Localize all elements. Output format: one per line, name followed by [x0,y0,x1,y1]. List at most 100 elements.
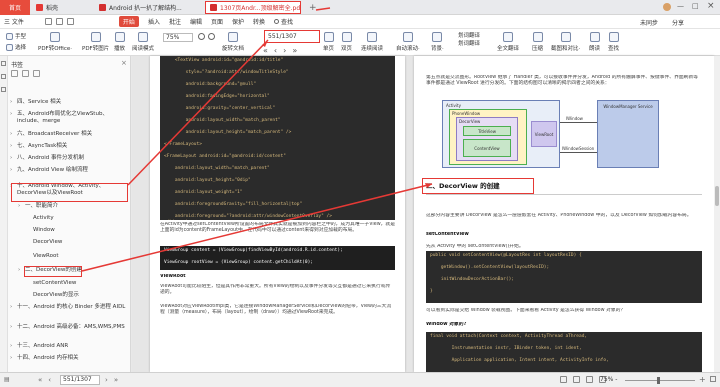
single-page-button[interactable]: 单页 [323,32,334,52]
bookmark-item[interactable]: › 九、Android View 绘制流程 [10,167,126,174]
chevron-right-icon[interactable]: › [10,167,15,174]
bookmark-icon[interactable] [1,61,6,66]
new-tab-button[interactable]: + [305,1,317,14]
sidebar-toggle-icon[interactable]: ▤ [4,376,10,383]
chevron-right-icon[interactable] [26,280,31,287]
vertical-scrollbar[interactable] [714,56,720,372]
prev-page-icon[interactable]: ‹ [274,46,277,55]
chevron-right-icon[interactable]: › [10,155,15,162]
double-page-button[interactable]: 双页 [341,32,352,52]
tab-home[interactable]: 首页 [0,0,30,15]
bookmark-item[interactable]: Activity [26,215,126,222]
bookmark-item[interactable]: Window [26,227,126,234]
save-icon[interactable] [45,18,52,25]
bookmark-item[interactable]: DecorView [26,239,126,246]
chevron-right-icon[interactable]: › [18,203,23,210]
pdf-to-office-button[interactable]: PDF转Office· [38,32,72,52]
pdf-to-image-button[interactable]: PDF转图片 [82,32,109,52]
minimize-button[interactable]: — [677,2,684,10]
last-page-icon[interactable]: » [114,376,118,384]
auto-scroll-button[interactable]: 自动滚动· [396,32,420,52]
zoom-in-button[interactable]: + [699,375,706,384]
menu-start[interactable]: 开始 [118,16,139,27]
bookmark-item[interactable]: › 八、Android 事件分发机制 [10,155,126,162]
zoom-in-icon[interactable] [208,33,215,40]
zoom-out-icon[interactable] [198,33,205,40]
menu-protect[interactable]: 保护 [232,17,244,26]
menu-file[interactable]: 三 文件 [4,17,24,26]
menu-page[interactable]: 页面 [211,17,223,26]
bookmark-item[interactable]: › 一、职能简介 [18,203,126,210]
share-button[interactable]: 分享 [672,18,684,27]
prev-page-icon[interactable]: ‹ [48,376,51,384]
bookmark-item[interactable]: › 十一、Android 的核心 Binder 多进程 AIDL [10,304,126,311]
chevron-right-icon[interactable]: › [10,143,15,150]
hand-tool[interactable]: 手型 [6,32,26,40]
next-page-icon[interactable]: › [283,46,286,55]
first-page-icon[interactable]: « [38,376,42,384]
status-zoom[interactable]: 75% - [600,376,617,383]
scrollbar-thumb[interactable] [715,186,719,206]
fit-icon[interactable] [710,376,716,382]
chevron-right-icon[interactable]: › [10,131,15,138]
comment-icon[interactable] [1,87,6,92]
first-page-icon[interactable]: « [263,46,268,55]
next-page-icon[interactable]: › [105,376,108,384]
continuous-button[interactable]: 连续阅读 [361,32,383,52]
chevron-right-icon[interactable]: › [10,99,15,106]
bookmark-item[interactable]: DecorView的显示 [26,292,126,299]
bookmark-item[interactable]: setContentView [26,280,126,287]
chevron-right-icon[interactable] [26,227,31,234]
chevron-right-icon[interactable] [26,215,31,222]
bookmark-item[interactable]: › 六、BroadcastReceiver 相关 [10,131,126,138]
bookmark-add-icon[interactable] [22,70,29,77]
tab-document-1[interactable]: Android 扒一扒了解结构... [95,1,203,14]
menu-convert[interactable]: 转换 [253,17,265,26]
menu-insert[interactable]: 插入 [148,17,160,26]
avatar[interactable] [663,3,671,11]
zoom-slider-thumb[interactable] [657,377,660,384]
chevron-right-icon[interactable]: › [18,267,23,274]
word-translate[interactable]: 划词翻译 划词翻译 [458,32,480,48]
bookmark-item[interactable]: › 五、Android布局优化之ViewStub、include、merge [10,111,126,125]
double-view-icon[interactable] [586,376,593,383]
tab-document-2[interactable]: 1307页Andr...顶级解密全.pdf [205,1,301,14]
find-button[interactable]: 查找 [608,32,619,52]
thumbnail-icon[interactable] [1,74,6,79]
screenshot-compare-button[interactable]: 截图和对比· [551,32,580,52]
last-page-icon[interactable]: » [292,46,297,55]
chevron-right-icon[interactable] [26,239,31,246]
full-translate-button[interactable]: 全文翻译 [497,32,519,52]
expand-all-icon[interactable] [11,70,18,77]
chevron-right-icon[interactable] [26,253,31,260]
single-view-icon[interactable] [573,376,580,383]
compress-button[interactable]: 压缩 [532,32,543,52]
chevron-right-icon[interactable]: › [10,343,15,350]
menu-search[interactable]: 查找 [274,17,293,26]
zoom-slider[interactable] [625,377,695,384]
bookmark-item[interactable]: › 四、Service 相关 [10,99,126,106]
print-icon[interactable] [56,18,63,25]
zoom-select[interactable]: 75% [163,33,193,42]
undo-icon[interactable] [67,18,74,25]
tab-docer[interactable]: 稻壳 [32,1,92,14]
chevron-right-icon[interactable]: › [10,304,15,311]
bookmark-item[interactable]: ViewRoot [26,253,126,260]
menu-edit[interactable]: 编辑 [190,17,202,26]
chevron-right-icon[interactable]: › [10,111,15,125]
close-button[interactable]: × [707,1,715,11]
select-tool[interactable]: 选择 [6,43,26,51]
bookmark-item[interactable]: › 七、AsyncTask相关 [10,143,126,150]
bookmark-item[interactable]: › 十三、Android ANR [10,343,126,350]
menu-annotate[interactable]: 批注 [169,17,181,26]
maximize-button[interactable]: □ [692,2,699,10]
background-button[interactable]: 背景· [431,32,444,52]
read-aloud-button[interactable]: 朗读 [589,32,600,52]
chevron-right-icon[interactable]: › [10,355,15,362]
sync-status[interactable]: 未同步 [640,18,658,27]
bookmark-item[interactable]: › 十四、Android 内存相关 [10,355,126,362]
bookmark-item[interactable]: › 十二、Android 高级必备：AMS,WMS,PMS [10,324,126,331]
bookmark-delete-icon[interactable] [33,70,40,77]
eye-icon[interactable] [560,376,567,383]
reading-mode-button[interactable]: 阅读模式 [132,32,154,52]
